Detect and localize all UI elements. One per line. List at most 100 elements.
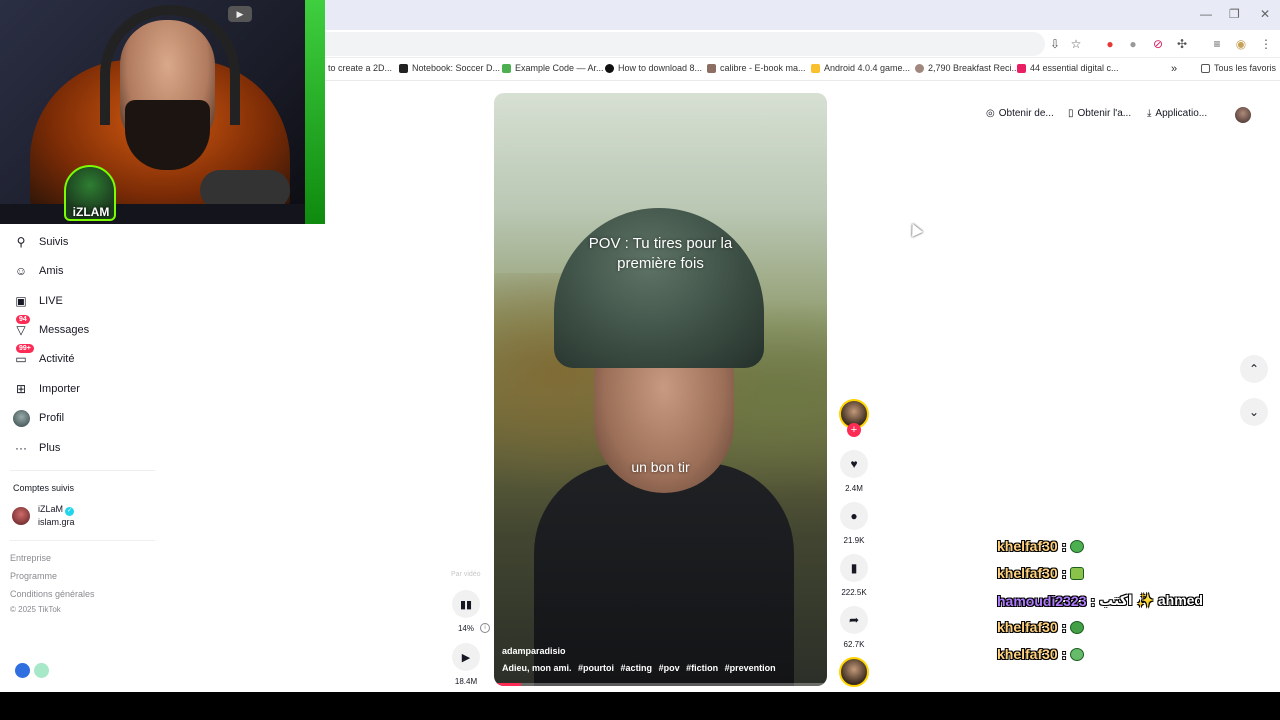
- stats-label: Par vidéo: [451, 571, 481, 578]
- share-icon: ➦: [840, 606, 868, 634]
- get-coins-button[interactable]: ◎ Obtenir de...: [986, 108, 1054, 119]
- close-button[interactable]: ✕: [1260, 7, 1270, 21]
- upload-icon: ⊞: [15, 382, 27, 396]
- bookmark-item[interactable]: How to download 8...: [605, 63, 702, 73]
- profile-icon[interactable]: ◉: [1234, 37, 1248, 51]
- hashtag-link[interactable]: #pov: [659, 663, 680, 673]
- bookmark-item[interactable]: calibre - E-book ma...: [707, 63, 806, 73]
- sidebar-item-label: Activité: [39, 353, 75, 365]
- application-label: Applicatio...: [1155, 108, 1208, 119]
- bookmark-item[interactable]: Notebook: Soccer D...: [399, 63, 500, 73]
- footer-link-business[interactable]: Entreprise: [10, 553, 51, 563]
- sidebar-item-friends[interactable]: ☺ Amis: [12, 262, 64, 280]
- webcam-bottom-strip: [0, 204, 305, 224]
- restore-button[interactable]: ❐: [1229, 7, 1240, 21]
- sidebar-item-activity[interactable]: ▭ 99+ Activité: [12, 344, 75, 368]
- install-app-icon[interactable]: ⇩: [1048, 37, 1062, 51]
- chat-message: khelfaf30:: [997, 538, 1085, 554]
- info-icon[interactable]: i: [480, 623, 490, 633]
- bookmark-label: Example Code — Ar...: [515, 63, 604, 73]
- footer-link-terms[interactable]: Conditions générales: [10, 589, 95, 599]
- sidebar-item-messages[interactable]: ▽ 94 Messages: [12, 315, 89, 339]
- extension-cloud-icon[interactable]: ●: [1126, 37, 1140, 51]
- bookmark-star-icon[interactable]: ☆: [1069, 37, 1083, 51]
- bookmark-label: to create a 2D...: [328, 63, 393, 73]
- block-extension-icon[interactable]: ⊘: [1151, 37, 1165, 51]
- bookmarks-more-button[interactable]: »: [1171, 63, 1177, 75]
- analytics-stat[interactable]: ▮▮ 14%: [452, 590, 480, 633]
- chat-username: khelfaf30: [997, 646, 1058, 662]
- verified-badge-icon: ✓: [65, 507, 75, 516]
- followed-account[interactable]: iZLaM ✓ islam.gra: [12, 503, 75, 528]
- all-bookmarks-label: Tous les favoris: [1214, 63, 1277, 73]
- footer-link-program[interactable]: Programme: [10, 571, 57, 581]
- stat-views: 18.4M: [454, 677, 478, 686]
- bookmarks-bar: to create a 2D... Notebook: Soccer D... …: [325, 58, 1280, 80]
- bookmark-item[interactable]: Android 4.0.4 game...: [811, 63, 910, 73]
- comment-action[interactable]: ● 21.9K: [840, 502, 868, 545]
- emote-icon: [1070, 620, 1085, 634]
- bookmark-favicon-icon: [811, 63, 820, 73]
- more-icon: ···: [15, 441, 27, 455]
- share-count: 62.7K: [843, 640, 865, 649]
- adblock-extension-icon[interactable]: ●: [1103, 37, 1117, 51]
- phone-icon: ▯: [1068, 108, 1074, 119]
- bookmark-item[interactable]: to create a 2D...: [328, 63, 392, 73]
- chat-username: khelfaf30: [997, 538, 1058, 554]
- hashtag-link[interactable]: #fiction: [686, 663, 718, 673]
- hashtag-link[interactable]: #acting: [621, 663, 653, 673]
- plays-stat[interactable]: ▶ 18.4M: [452, 643, 480, 686]
- bookmark-label: How to download 8...: [618, 63, 703, 73]
- bookmark-item[interactable]: 44 essential digital c...: [1017, 63, 1119, 73]
- sidebar-item-more[interactable]: ··· Plus: [12, 439, 60, 457]
- video-description: Adieu, mon ami. #pourtoi #acting #pov #f…: [502, 663, 780, 673]
- video-player[interactable]: POV : Tu tires pour la première fois un …: [494, 93, 827, 686]
- followed-account-avatar: [12, 506, 30, 525]
- overlay-title-line: première fois: [617, 255, 704, 272]
- bar-chart-icon: ▮▮: [452, 590, 480, 618]
- video-progress-bar[interactable]: [494, 683, 827, 686]
- chat-message: khelfaf30:: [997, 565, 1085, 581]
- screen: — ❐ ✕ ⇩ ☆ ● ● ⊘ ✣ ≡ ◉ ⋮ to create a 2D..…: [0, 0, 1280, 720]
- minimize-button[interactable]: —: [1200, 7, 1212, 21]
- application-button[interactable]: ⤓ Applicatio...: [1147, 108, 1207, 119]
- live-icon: ▣: [15, 294, 27, 308]
- hashtag-link[interactable]: #prevention: [725, 663, 776, 673]
- bookmark-item[interactable]: 2,790 Breakfast Reci...: [915, 63, 1019, 73]
- video-author[interactable]: adamparadisio: [502, 646, 566, 656]
- download-icon: ⤓: [1147, 108, 1152, 119]
- previous-video-button[interactable]: ⌃: [1240, 355, 1268, 383]
- next-video-button[interactable]: ⌄: [1240, 398, 1268, 426]
- bookmark-label: Android 4.0.4 game...: [824, 63, 911, 73]
- copyright: © 2025 TikTok: [10, 605, 61, 614]
- sidebar-item-live[interactable]: ▣ LIVE: [12, 292, 63, 310]
- sidebar-item-label: Suivis: [39, 236, 69, 248]
- like-action[interactable]: ♥ 2.4M: [840, 450, 868, 493]
- content-divider: [325, 80, 1280, 81]
- app-icon[interactable]: [34, 663, 49, 678]
- sidebar-item-upload[interactable]: ⊞ Importer: [12, 380, 80, 398]
- sidebar-item-following[interactable]: ⚲ Suivis: [12, 233, 69, 251]
- follow-plus-icon[interactable]: +: [847, 423, 861, 437]
- save-action[interactable]: ▮ 222.5K: [840, 554, 868, 597]
- app-icon[interactable]: [15, 663, 30, 678]
- video-overlay-title: POV : Tu tires pour la première fois: [494, 234, 827, 274]
- taskbar-icons: [15, 663, 49, 678]
- all-bookmarks-button[interactable]: Tous les favoris: [1201, 63, 1276, 73]
- activity-icon: ▭ 99+: [12, 344, 34, 368]
- emote-icon: [1070, 566, 1085, 580]
- sidebar-item-label: Importer: [39, 383, 80, 395]
- share-action[interactable]: ➦ 62.7K: [840, 606, 868, 649]
- sidebar-item-profile[interactable]: Profil: [12, 409, 64, 427]
- browser-menu-icon[interactable]: ⋮: [1259, 37, 1273, 51]
- address-bar[interactable]: [325, 32, 1045, 56]
- reading-list-icon[interactable]: ≡: [1210, 37, 1224, 51]
- extensions-puzzle-icon[interactable]: ✣: [1175, 37, 1189, 51]
- followed-accounts-title: Comptes suivis: [13, 483, 75, 493]
- music-disc-avatar[interactable]: [839, 657, 869, 687]
- bookmark-item[interactable]: Example Code — Ar...: [502, 63, 604, 73]
- get-app-button[interactable]: ▯ Obtenir l'a...: [1068, 108, 1131, 119]
- hashtag-link[interactable]: #pourtoi: [578, 663, 614, 673]
- profile-avatar: [12, 409, 30, 427]
- user-avatar[interactable]: [1235, 107, 1251, 123]
